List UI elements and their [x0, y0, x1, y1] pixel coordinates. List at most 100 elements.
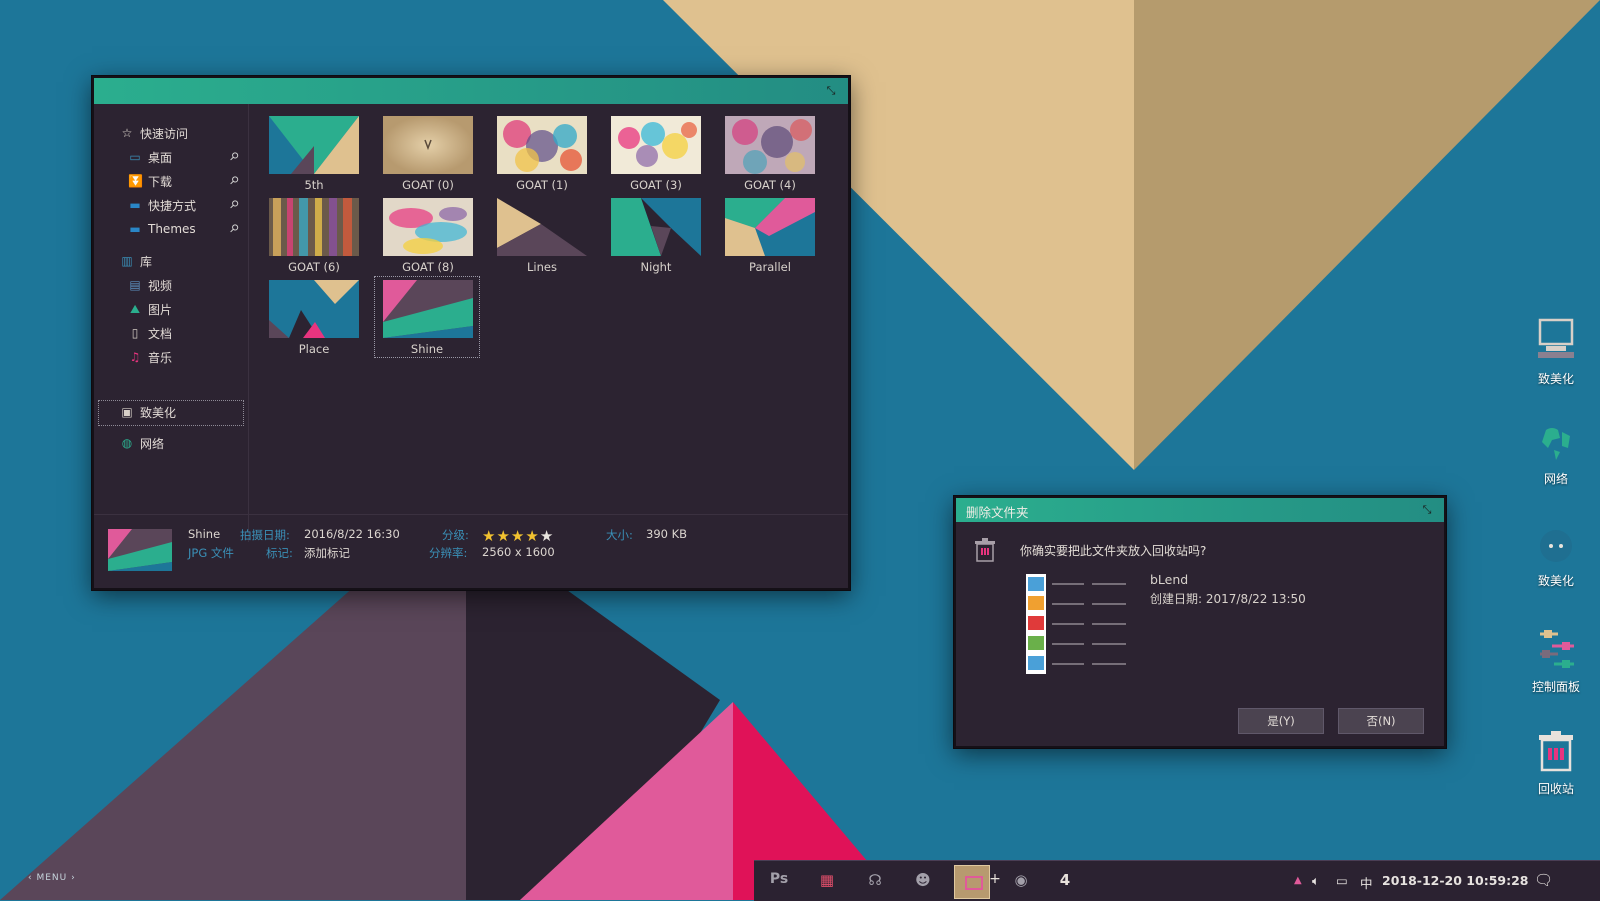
nav-music[interactable]: ♫ 音乐: [128, 346, 172, 368]
nav-label: 文档: [148, 326, 173, 341]
app-four-icon[interactable]: 4: [1054, 871, 1076, 889]
restore-icon[interactable]: ⤡: [824, 84, 838, 98]
nav-documents[interactable]: ▯ 文档: [128, 322, 172, 344]
menu-button[interactable]: ‹ MENU ›: [28, 873, 76, 883]
pin-icon[interactable]: ⚲: [227, 149, 242, 164]
detail-date-label: 拍摄日期:: [240, 528, 290, 542]
no-button[interactable]: 否(N): [1338, 708, 1424, 734]
photoshop-icon[interactable]: Ps: [768, 871, 790, 887]
network-icon[interactable]: ▭: [1336, 873, 1348, 888]
details-pane: Shine JPG 文件 拍摄日期: 2016/8/22 16:30 标记: 添…: [94, 514, 848, 589]
folder-icon: ▬: [129, 198, 141, 212]
star-filled-icon[interactable]: ★: [511, 527, 525, 545]
ime-indicator[interactable]: 中: [1360, 873, 1373, 892]
computer-icon: ▣: [121, 405, 133, 419]
pin-icon[interactable]: ⚲: [227, 173, 242, 188]
nav-beautify[interactable]: ▣ 致美化: [120, 401, 176, 423]
monitor-icon: [965, 876, 983, 890]
thumbnail-place: [269, 280, 359, 338]
nav-label: 图片: [148, 302, 173, 317]
file-tile[interactable]: GOAT (1): [490, 114, 594, 194]
headphones-icon[interactable]: ☊: [864, 871, 886, 889]
chrome-icon[interactable]: ◉: [1010, 871, 1032, 889]
desktop-icon-network[interactable]: 网络: [1516, 422, 1596, 487]
file-tile[interactable]: GOAT (6): [262, 196, 366, 276]
thumbnail-goat-3: [611, 116, 701, 174]
file-tile[interactable]: Night: [604, 196, 708, 276]
library-icon: ▥: [121, 254, 133, 268]
explorer-titlebar[interactable]: ⤡: [94, 78, 848, 104]
detail-tag-label: 标记:: [266, 546, 293, 560]
thumbnail-goat-4: [725, 116, 815, 174]
desktop-icon-recycle-bin[interactable]: 回收站: [1516, 730, 1596, 797]
file-name: GOAT (0): [402, 178, 454, 192]
pin-icon[interactable]: ⚲: [227, 197, 242, 212]
file-tile[interactable]: 5th: [262, 114, 366, 194]
dialog-question: 你确实要把此文件夹放入回收站吗?: [1020, 544, 1207, 558]
add-icon[interactable]: +: [984, 871, 1006, 887]
detail-date-value: 2016/8/22 16:30: [304, 527, 400, 541]
nav-label: 库: [140, 254, 153, 269]
file-name: Lines: [527, 260, 557, 274]
dialog-close-icon[interactable]: ⤡: [1420, 503, 1434, 517]
desktop-icon-beautify[interactable]: 致美化: [1516, 318, 1596, 387]
yes-button[interactable]: 是(Y): [1238, 708, 1324, 734]
file-tile[interactable]: Place: [262, 278, 366, 358]
star-filled-icon[interactable]: ★: [525, 527, 539, 545]
nav-network[interactable]: ◍ 网络: [120, 432, 164, 454]
nav-pictures[interactable]: ⛰ 图片: [128, 298, 172, 320]
clock[interactable]: 2018-12-20 10:59:28: [1382, 873, 1529, 888]
task-view-icon[interactable]: ▦: [816, 871, 838, 889]
tray-expand-icon[interactable]: ▲: [1294, 875, 1302, 886]
laptop-icon: [1538, 318, 1574, 358]
file-explorer-window: ⤡ ☆ 快速访问 ▭ 桌面 ⚲ ⏬ 下载 ⚲ ▬ 快捷方式 ⚲ ▬ Themes…: [92, 76, 850, 590]
detail-size-value: 390 KB: [646, 527, 688, 541]
pin-icon[interactable]: ⚲: [227, 221, 242, 236]
nav-label: 致美化: [140, 405, 177, 420]
file-name: GOAT (8): [402, 260, 454, 274]
delete-folder-dialog: 删除文件夹 ⤡ 你确实要把此文件夹放入回收站吗? bLend 创建日期: 201…: [954, 496, 1446, 748]
navigation-pane: ☆ 快速访问 ▭ 桌面 ⚲ ⏬ 下载 ⚲ ▬ 快捷方式 ⚲ ▬ Themes ⚲…: [94, 104, 249, 542]
detail-tag-value[interactable]: 添加标记: [304, 545, 350, 561]
music-note-icon: ♫: [129, 350, 141, 364]
file-tile[interactable]: GOAT (0): [376, 114, 480, 194]
file-tile[interactable]: GOAT (8): [376, 196, 480, 276]
thumbnail-lines: [497, 198, 587, 256]
star-filled-icon[interactable]: ★: [482, 527, 496, 545]
notification-icon[interactable]: 🗨︎: [1534, 871, 1553, 889]
file-tile[interactable]: Lines: [490, 196, 594, 276]
nav-videos[interactable]: ▤ 视频: [128, 274, 172, 296]
file-name: GOAT (6): [288, 260, 340, 274]
desktop-icon-control-panel[interactable]: 控制面板: [1516, 626, 1596, 695]
nav-label: 下载: [148, 174, 173, 189]
people-icon[interactable]: ☻: [912, 871, 934, 889]
rating-stars[interactable]: ★★★★★: [482, 527, 554, 545]
star-empty-icon[interactable]: ★: [540, 527, 554, 545]
file-tile[interactable]: Parallel: [718, 196, 822, 276]
file-tile[interactable]: GOAT (3): [604, 114, 708, 194]
taskbar: Ps ▦ ☊ ☻ + ◉ 4 ▲ 🔈︎ ▭ 中 2018-12-20 10:59…: [754, 860, 1600, 901]
nav-library[interactable]: ▥ 库: [120, 250, 152, 272]
nav-desktop[interactable]: ▭ 桌面 ⚲: [128, 146, 246, 168]
file-tile-selected[interactable]: Shine: [374, 276, 480, 358]
volume-icon[interactable]: 🔈︎: [1312, 873, 1320, 889]
desktop-icon-label: 控制面板: [1531, 680, 1580, 694]
globe-icon: [1542, 428, 1570, 460]
file-name: GOAT (4): [744, 178, 796, 192]
nav-downloads[interactable]: ⏬ 下载 ⚲: [128, 170, 246, 192]
detail-rating-label: 分级:: [442, 528, 469, 542]
thumbnail-5th: [269, 116, 359, 174]
file-name: 5th: [304, 178, 324, 192]
star-icon: ☆: [121, 126, 133, 140]
file-name: Shine: [410, 342, 444, 356]
file-tile[interactable]: GOAT (4): [718, 114, 822, 194]
nav-label: Themes: [148, 222, 196, 236]
nav-shortcuts[interactable]: ▬ 快捷方式 ⚲: [128, 194, 246, 216]
desktop-icon-user[interactable]: 致美化: [1516, 526, 1596, 589]
star-filled-icon[interactable]: ★: [496, 527, 510, 545]
nav-quick-access[interactable]: ☆ 快速访问: [120, 122, 188, 144]
nav-themes[interactable]: ▬ Themes ⚲: [128, 218, 246, 240]
dialog-titlebar[interactable]: 删除文件夹 ⤡: [956, 498, 1444, 522]
desktop-icon-label: 网络: [1543, 472, 1568, 486]
folder-name: bLend: [1150, 572, 1189, 587]
